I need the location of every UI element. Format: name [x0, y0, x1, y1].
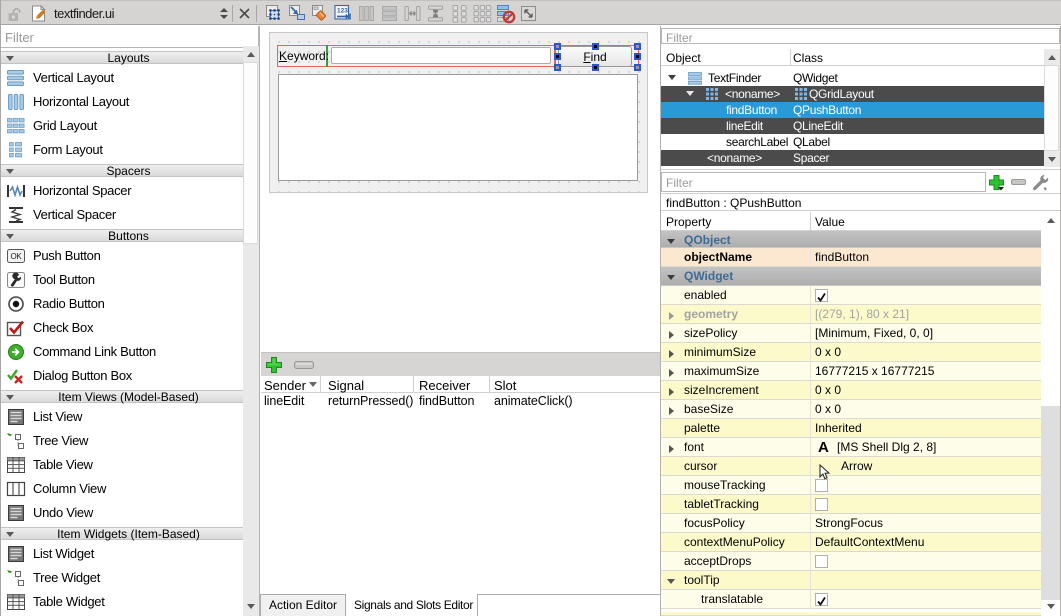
svg-text:123: 123	[337, 8, 348, 15]
svg-text:OK: OK	[11, 252, 23, 261]
